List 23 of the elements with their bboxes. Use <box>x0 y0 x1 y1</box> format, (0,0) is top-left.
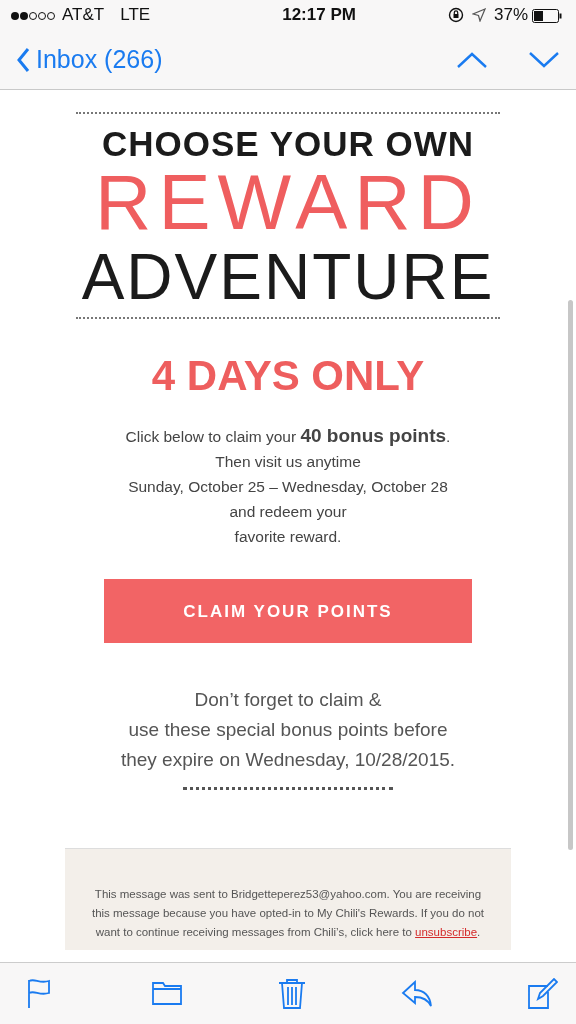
claim-points-button[interactable]: CLAIM YOUR POINTS <box>104 579 472 644</box>
headline-text: REWARD <box>94 163 482 241</box>
signal-icon <box>10 10 58 21</box>
location-arrow-icon <box>471 8 486 22</box>
headline-text: ADVENTURE <box>80 245 496 309</box>
back-chevron-icon <box>16 46 30 73</box>
unsubscribe-link[interactable]: unsubscribe <box>415 926 478 939</box>
next-message-button[interactable] <box>528 50 560 69</box>
rotation-lock-icon <box>447 7 464 23</box>
clock-time: 12:17 PM <box>282 4 356 27</box>
footer-paragraph: This message was sent to Bridgetteperez53@yahoo.com. You are receiving this message because you have opted-in to My Chili's Rewards. If you do not want to continue receiving messages from Chili’s, click here to unsubscribe. <box>90 887 486 941</box>
battery-icon <box>532 8 562 23</box>
offer-title: 4 DAYS ONLY <box>150 351 426 401</box>
intro-paragraph: Click below to claim your 40 bonus points. Then visit us anytime Sunday, October 25 – Wednesday, October 28 and redeem your favorite reward. <box>124 424 452 548</box>
headline-text: CHOOSE YOUR OWN <box>100 126 476 161</box>
back-button[interactable]: Inbox (266) <box>16 40 163 79</box>
compose-icon[interactable] <box>526 977 558 1010</box>
previous-message-button[interactable] <box>456 50 488 69</box>
battery-percent: 37% <box>493 4 528 27</box>
trash-icon[interactable] <box>276 977 308 1010</box>
reminder-paragraph: Don’t forget to claim & use these special bonus points before they expire on Wednesday, 10/28/2015. <box>119 688 457 773</box>
carrier-name: AT&T <box>62 4 105 27</box>
network-type: LTE <box>120 4 151 27</box>
